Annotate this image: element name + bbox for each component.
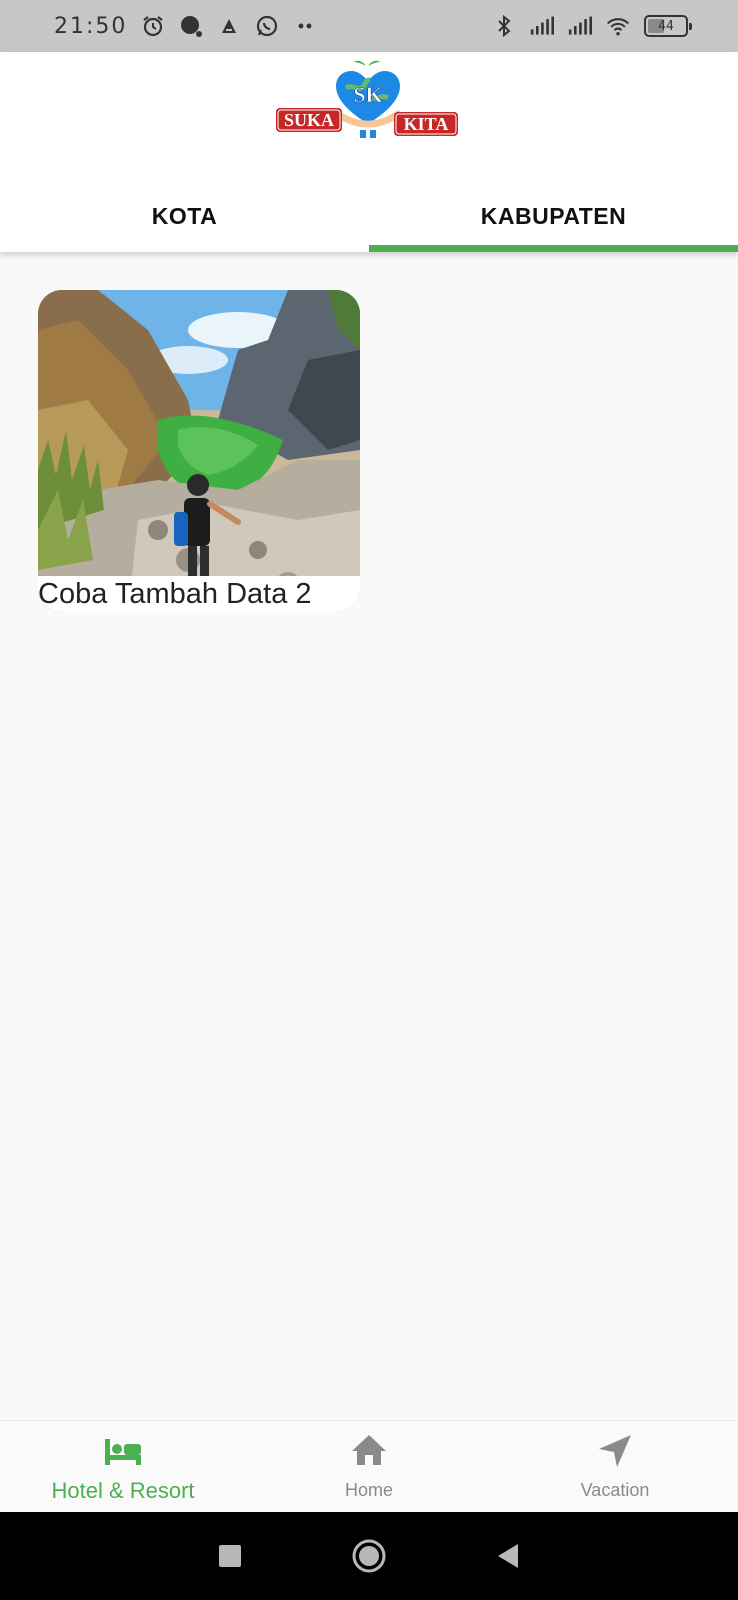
card-title: Coba Tambah Data 2 (38, 576, 360, 612)
status-bar: 21:50 44 (0, 0, 738, 52)
nav-hotel-resort[interactable]: Hotel & Resort (0, 1421, 246, 1512)
battery-text: 44 (658, 18, 674, 34)
nav-hotel-resort-label: Hotel & Resort (51, 1478, 195, 1503)
system-navigation-bar (0, 1512, 738, 1600)
tab-active-indicator (369, 245, 738, 252)
recent-apps-button[interactable] (210, 1536, 250, 1576)
bluetooth-icon (492, 14, 516, 38)
home-icon (349, 1431, 389, 1476)
logo-text-right: KITA (404, 114, 449, 134)
tab-kabupaten-label: KABUPATEN (480, 203, 627, 229)
nav-vacation-label: Vacation (580, 1480, 650, 1500)
battery-icon: 44 (644, 15, 692, 37)
nav-home-label: Home (344, 1480, 393, 1500)
back-triangle-icon (498, 1544, 519, 1568)
tab-bar: KOTA KABUPATEN (0, 200, 738, 252)
alarm-icon (141, 14, 165, 38)
navigation-arrow-icon (595, 1431, 635, 1476)
tab-kota-label: KOTA (151, 203, 218, 229)
back-button[interactable] (488, 1536, 528, 1576)
wifi-icon (606, 14, 630, 38)
tab-kota[interactable]: KOTA (0, 200, 369, 252)
destination-card[interactable]: Coba Tambah Data 2 (38, 290, 360, 612)
signal-icon (568, 14, 592, 38)
logo-monogram: SK (353, 82, 382, 107)
bottom-navigation: Hotel & Resort Home Vacation (0, 1420, 738, 1512)
whatsapp-icon (255, 14, 279, 38)
home-system-button[interactable] (349, 1536, 389, 1576)
nav-home[interactable]: Home (246, 1421, 492, 1512)
app-header: SK SUKA KITA KOTA KABUPATEN (0, 52, 738, 252)
square-icon (218, 1545, 241, 1567)
notification-dot-icon (179, 14, 203, 38)
bed-icon (103, 1431, 143, 1476)
status-bar-right: 44 (492, 14, 692, 38)
suka-kita-logo: SK SUKA KITA (276, 58, 460, 142)
more-dots-icon (293, 14, 317, 38)
tab-kabupaten[interactable]: KABUPATEN (369, 200, 738, 252)
logo-text-left: SUKA (284, 110, 334, 130)
content-area: Coba Tambah Data 2 (0, 252, 738, 1422)
app-a-icon (217, 14, 241, 38)
status-bar-left: 21:50 (54, 14, 317, 39)
status-time: 21:50 (54, 13, 128, 39)
signal-icon (530, 14, 554, 38)
circle-home-icon (352, 1539, 386, 1573)
nav-vacation[interactable]: Vacation (492, 1421, 738, 1512)
card-image (38, 290, 360, 612)
